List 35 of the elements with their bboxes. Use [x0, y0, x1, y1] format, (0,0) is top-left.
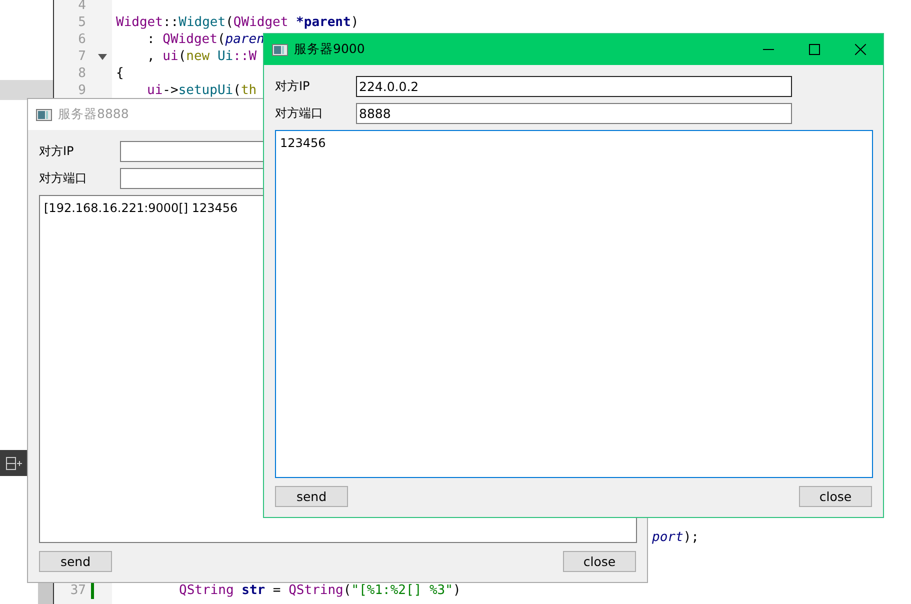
code-line: : QWidget(paren: [147, 32, 264, 47]
field-label: 对方IP: [275, 78, 311, 95]
window-icon: [36, 108, 52, 120]
gutter-strip: [38, 583, 53, 604]
window-title: 服务器8888: [58, 106, 129, 123]
code-line: {: [116, 66, 124, 81]
window-title: 服务器9000: [294, 41, 365, 58]
send-button[interactable]: send: [39, 551, 112, 572]
code-line: QString str = QString("[%1:%2[] %3"): [179, 583, 461, 598]
window-icon: [272, 44, 288, 56]
field-label: 对方端口: [275, 105, 324, 122]
close-button[interactable]: close: [799, 486, 872, 507]
line-number: 8: [77, 66, 86, 81]
line-number: 6: [77, 32, 86, 47]
input-field[interactable]: 8888: [356, 103, 792, 124]
code-line: ui->setupUi(th: [147, 83, 257, 98]
line-number: 5: [77, 15, 86, 30]
maximize-icon: [808, 44, 820, 55]
send-button[interactable]: send: [275, 486, 348, 507]
line-number: 37: [69, 583, 86, 598]
field-label: 对方端口: [39, 170, 88, 187]
sidebar-highlight: [0, 80, 53, 100]
split-add-icon[interactable]: [6, 456, 22, 470]
input-field[interactable]: 224.0.0.2: [356, 76, 792, 97]
code-line: port);: [652, 530, 699, 545]
line-number: 7: [77, 49, 86, 64]
line-number: 9: [77, 83, 86, 98]
close-button[interactable]: close: [563, 551, 636, 572]
minimize-icon: [762, 49, 774, 50]
field-label: 对方IP: [39, 143, 75, 160]
close-icon: [854, 44, 866, 55]
code-line: , ui(new Ui::W: [147, 49, 257, 64]
code-line: Widget::Widget(QWidget *parent): [116, 15, 359, 30]
message-area[interactable]: 123456: [275, 130, 873, 478]
fold-arrow-icon[interactable]: [98, 54, 107, 60]
